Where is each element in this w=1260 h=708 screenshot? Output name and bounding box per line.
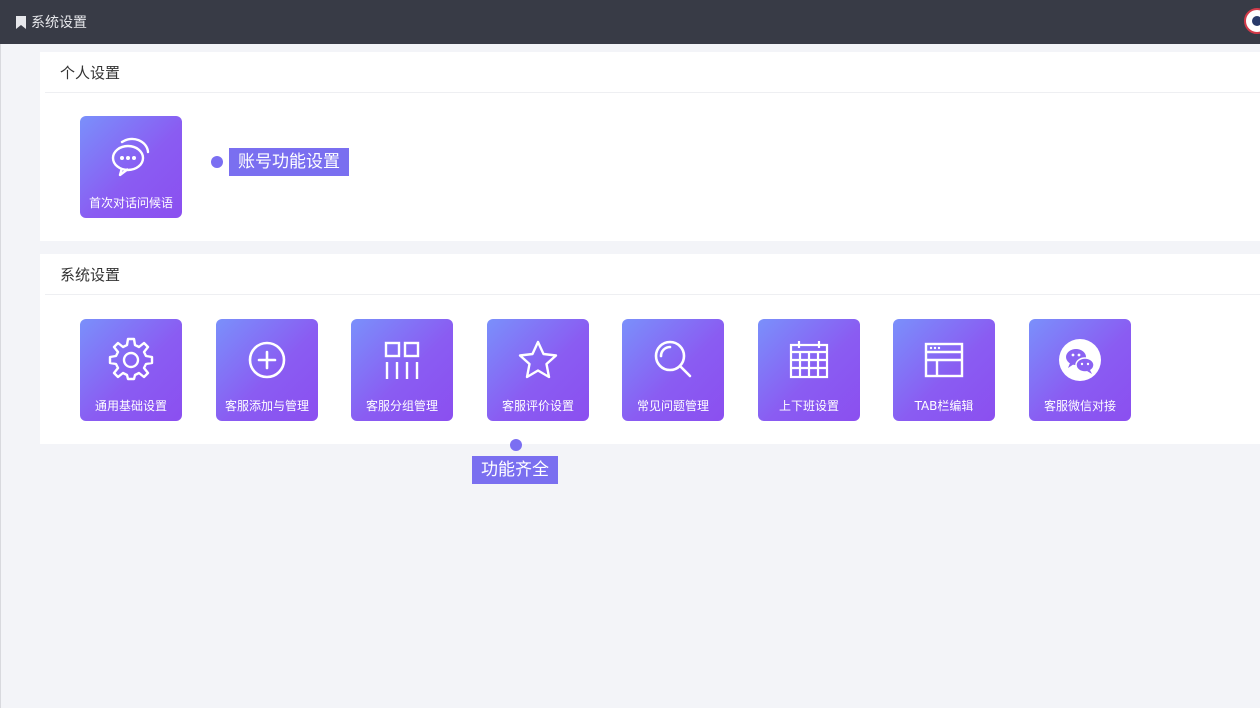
tile-agent-groups[interactable]: 客服分组管理 bbox=[351, 319, 453, 421]
callout-dot bbox=[211, 156, 223, 168]
page-title: 系统设置 bbox=[31, 15, 87, 31]
tile-label: 通用基础设置 bbox=[94, 399, 167, 413]
tile-label: 客服分组管理 bbox=[365, 399, 438, 413]
callout-features: 功能齐全 bbox=[472, 456, 558, 484]
tile-label: 上下班设置 bbox=[778, 399, 839, 413]
tile-greeting[interactable]: 首次对话问候语 bbox=[80, 116, 182, 218]
avatar[interactable] bbox=[1244, 8, 1260, 34]
wechat-icon bbox=[1057, 337, 1103, 383]
tile-wechat-integration[interactable]: 客服微信对接 bbox=[1029, 319, 1131, 421]
bookmark-icon bbox=[16, 15, 26, 29]
group-grid-icon bbox=[379, 337, 425, 383]
tile-general-settings[interactable]: 通用基础设置 bbox=[80, 319, 182, 421]
search-icon bbox=[650, 337, 696, 383]
top-bar: 系统设置 bbox=[0, 0, 1260, 44]
tile-agent-add-manage[interactable]: 客服添加与管理 bbox=[216, 319, 318, 421]
system-settings-heading: 系统设置 bbox=[45, 254, 1260, 295]
callout-account: 账号功能设置 bbox=[229, 148, 349, 176]
personal-settings-heading: 个人设置 bbox=[45, 52, 1260, 93]
window-layout-icon bbox=[921, 337, 967, 383]
tile-tab-edit[interactable]: TAB栏编辑 bbox=[893, 319, 995, 421]
tile-label: 首次对话问候语 bbox=[88, 196, 173, 210]
calendar-icon bbox=[786, 337, 832, 383]
tile-label: 客服评价设置 bbox=[501, 399, 574, 413]
tile-rating-settings[interactable]: 客服评价设置 bbox=[487, 319, 589, 421]
chat-bubbles-icon bbox=[108, 134, 154, 180]
gear-icon bbox=[108, 337, 154, 383]
star-icon bbox=[515, 337, 561, 383]
tile-label: 客服微信对接 bbox=[1043, 399, 1116, 413]
tile-label: 常见问题管理 bbox=[636, 399, 709, 413]
plus-circle-icon bbox=[244, 337, 290, 383]
left-divider bbox=[0, 44, 1, 708]
tile-faq-manage[interactable]: 常见问题管理 bbox=[622, 319, 724, 421]
tile-shift-settings[interactable]: 上下班设置 bbox=[758, 319, 860, 421]
tile-label: TAB栏编辑 bbox=[914, 399, 974, 413]
tile-label: 客服添加与管理 bbox=[224, 399, 309, 413]
callout-dot bbox=[510, 439, 522, 451]
system-settings-panel: 系统设置 通用基础设置 客服添加与管理 客服分组管理 客服评价设置 常见问题管理… bbox=[40, 254, 1260, 444]
personal-settings-panel: 个人设置 首次对话问候语 bbox=[40, 52, 1260, 241]
